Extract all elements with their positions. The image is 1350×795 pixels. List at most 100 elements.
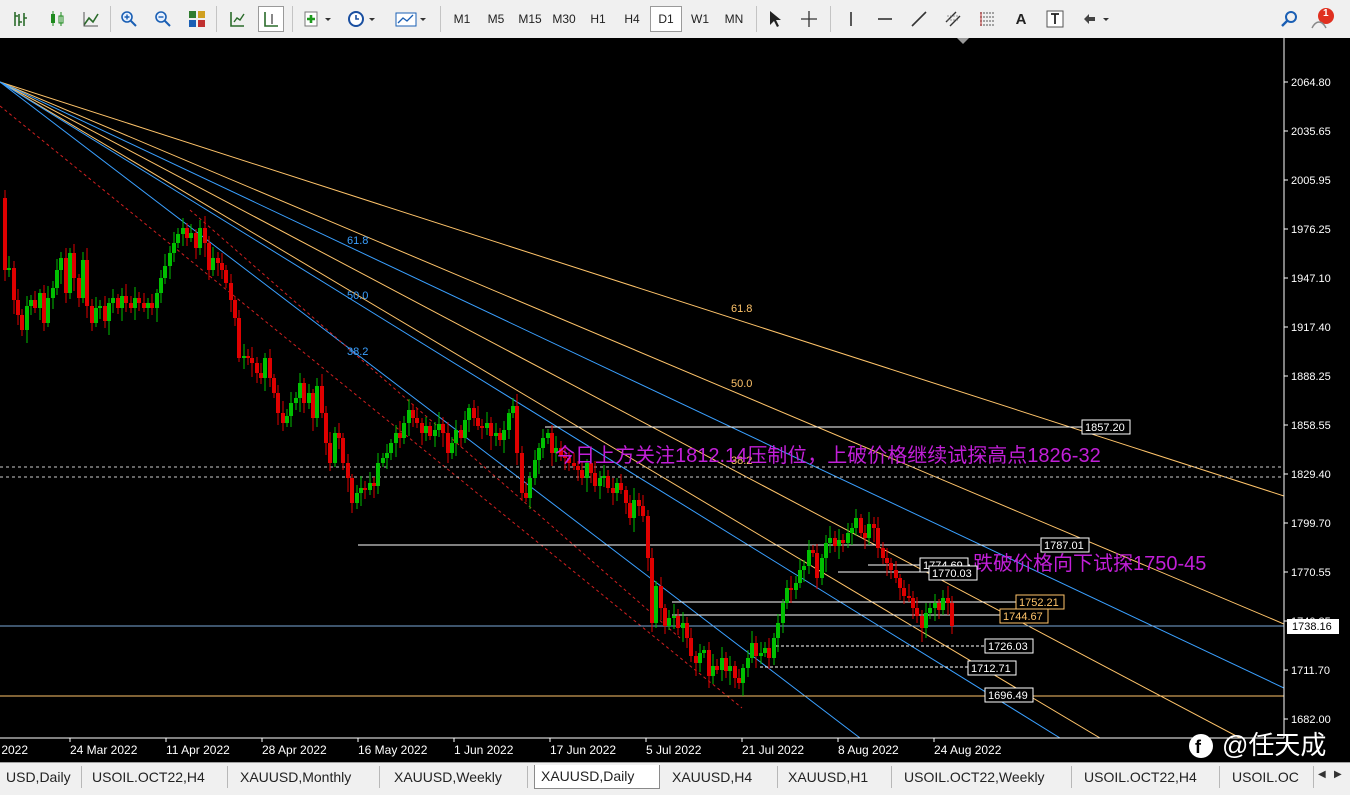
date-axis-label: 24 Aug 2022 (934, 743, 1002, 757)
tab-xauusd-h4[interactable]: XAUUSD,H4 (666, 766, 778, 788)
text-tool-icon[interactable]: A (1008, 6, 1034, 32)
cursor-arrow-icon[interactable] (762, 6, 788, 32)
candle-body (476, 418, 480, 426)
tab-usoil-truncated[interactable]: USOIL.OC (1226, 766, 1314, 788)
tab-xauusd-monthly[interactable]: XAUUSD,Monthly (234, 766, 380, 788)
candle-body (646, 516, 650, 558)
tab-usd-daily[interactable]: USD,Daily (0, 766, 82, 788)
timeframe-h1-button[interactable]: H1 (582, 6, 614, 32)
templates-icon[interactable] (392, 6, 430, 32)
candlestick-icon[interactable] (44, 6, 70, 32)
fibonacci-icon[interactable] (974, 6, 1000, 32)
equidistant-channel-icon[interactable] (940, 6, 966, 32)
candle-body (889, 563, 893, 570)
tab-xauusd-h1[interactable]: XAUUSD,H1 (782, 766, 892, 788)
candle-body (250, 358, 254, 363)
arrows-dropdown-icon[interactable] (1078, 6, 1114, 32)
fib-orange-50-line (0, 81, 1284, 625)
candle-body (111, 298, 115, 303)
candle-body (733, 666, 737, 678)
indicators-icon[interactable] (300, 6, 336, 32)
timeframe-m30-button[interactable]: M30 (548, 6, 580, 32)
tab-usoil-h4-2[interactable]: USOIL.OCT22,H4 (1078, 766, 1220, 788)
candle-body (450, 443, 454, 453)
tab-usoil-weekly[interactable]: USOIL.OCT22,Weekly (898, 766, 1072, 788)
candle-body (320, 386, 324, 413)
candle-body (424, 426, 428, 433)
candle-body (64, 258, 68, 293)
zoom-in-icon[interactable] (116, 6, 142, 32)
candle-body (885, 558, 889, 563)
bar-chart-icon[interactable] (8, 6, 34, 32)
candle-body (902, 588, 906, 596)
line-chart-icon[interactable] (78, 6, 104, 32)
candle-body (189, 233, 193, 238)
label-1726: 1726.03 (984, 638, 1034, 654)
annotation-resistance-text: 今日上方关注1812.14压制位，上破价格继续试探高点1826-32 (555, 444, 1101, 467)
timeframe-h4-button[interactable]: H4 (616, 6, 648, 32)
candle-body (598, 478, 602, 486)
tab-xauusd-weekly[interactable]: XAUUSD,Weekly (388, 766, 528, 788)
notification-count: 1 (1323, 8, 1329, 19)
candle-body (707, 650, 711, 676)
candle-body (528, 478, 532, 498)
zoom-out-icon[interactable] (150, 6, 176, 32)
crosshair-icon[interactable] (796, 6, 822, 32)
timeframe-mn-button[interactable]: MN (718, 6, 750, 32)
timeframe-w1-button[interactable]: W1 (684, 6, 716, 32)
candle-body (211, 258, 215, 270)
search-icon[interactable] (1276, 6, 1302, 32)
chart-shift-icon[interactable] (258, 6, 284, 32)
candle-body (398, 433, 402, 438)
price-chart[interactable]: 61.8 50.0 38.2 61.8 50.0 38.2 今日上方关注1812… (0, 38, 1350, 762)
auto-scroll-icon[interactable] (224, 6, 250, 32)
timeframe-d1-button[interactable]: D1 (650, 6, 682, 32)
candle-body (376, 463, 380, 486)
candle-body (107, 303, 111, 321)
candle-body (81, 260, 85, 298)
timeframe-m1-button[interactable]: M1 (446, 6, 478, 32)
periods-clock-icon[interactable] (344, 6, 380, 32)
candle-body (781, 603, 785, 623)
label-1752: 1752.21 (1015, 594, 1065, 610)
date-axis-label: 11 Apr 2022 (166, 743, 230, 757)
chart-shift-marker[interactable] (957, 38, 969, 44)
candle-body (820, 558, 824, 578)
vertical-line-icon[interactable] (838, 6, 864, 32)
tab-xauusd-daily[interactable]: XAUUSD,Daily (534, 765, 660, 789)
text-label-icon[interactable] (1042, 6, 1068, 32)
label-1696: 1696.49 (984, 687, 1034, 703)
tabs-scroll-right-icon[interactable]: ▶ (1334, 769, 1342, 780)
candle-body (911, 598, 915, 608)
notification-icon[interactable]: 1 (1310, 6, 1336, 32)
candle-body (667, 618, 671, 626)
candle-body (46, 298, 50, 323)
candle-body (263, 358, 267, 378)
candle-body (741, 668, 745, 683)
timeframe-m5-button[interactable]: M5 (480, 6, 512, 32)
watermark: f @任天成 (1189, 730, 1326, 760)
candle-body (372, 483, 376, 486)
fib-orange-618-label: 61.8 (731, 303, 752, 315)
date-axis: r 2022 24 Mar 2022 11 Apr 2022 28 Apr 2022 1… (0, 738, 1002, 757)
price-axis-label: 1858.55 (1291, 420, 1331, 432)
candle-body (498, 433, 502, 440)
candle-body (815, 553, 819, 578)
candle-body (737, 678, 741, 683)
candle-body (654, 586, 658, 623)
tile-windows-icon[interactable] (184, 6, 210, 32)
fib-orange-50-label: 50.0 (731, 378, 752, 390)
candle-body (289, 403, 293, 416)
candle-body (381, 458, 385, 463)
price-axis-label: 1947.10 (1291, 273, 1331, 285)
tabs-scroll-left-icon[interactable]: ◀ (1318, 769, 1326, 780)
timeframe-m15-button[interactable]: M15 (514, 6, 546, 32)
candle-body (420, 423, 424, 433)
trendline-icon[interactable] (906, 6, 932, 32)
horizontal-line-icon[interactable] (872, 6, 898, 32)
tab-usoil-h4[interactable]: USOIL.OCT22,H4 (86, 766, 228, 788)
candle-body (685, 623, 689, 638)
candle-body (898, 578, 902, 588)
price-axis-label: 1888.25 (1291, 371, 1331, 383)
candle-body (754, 643, 758, 656)
